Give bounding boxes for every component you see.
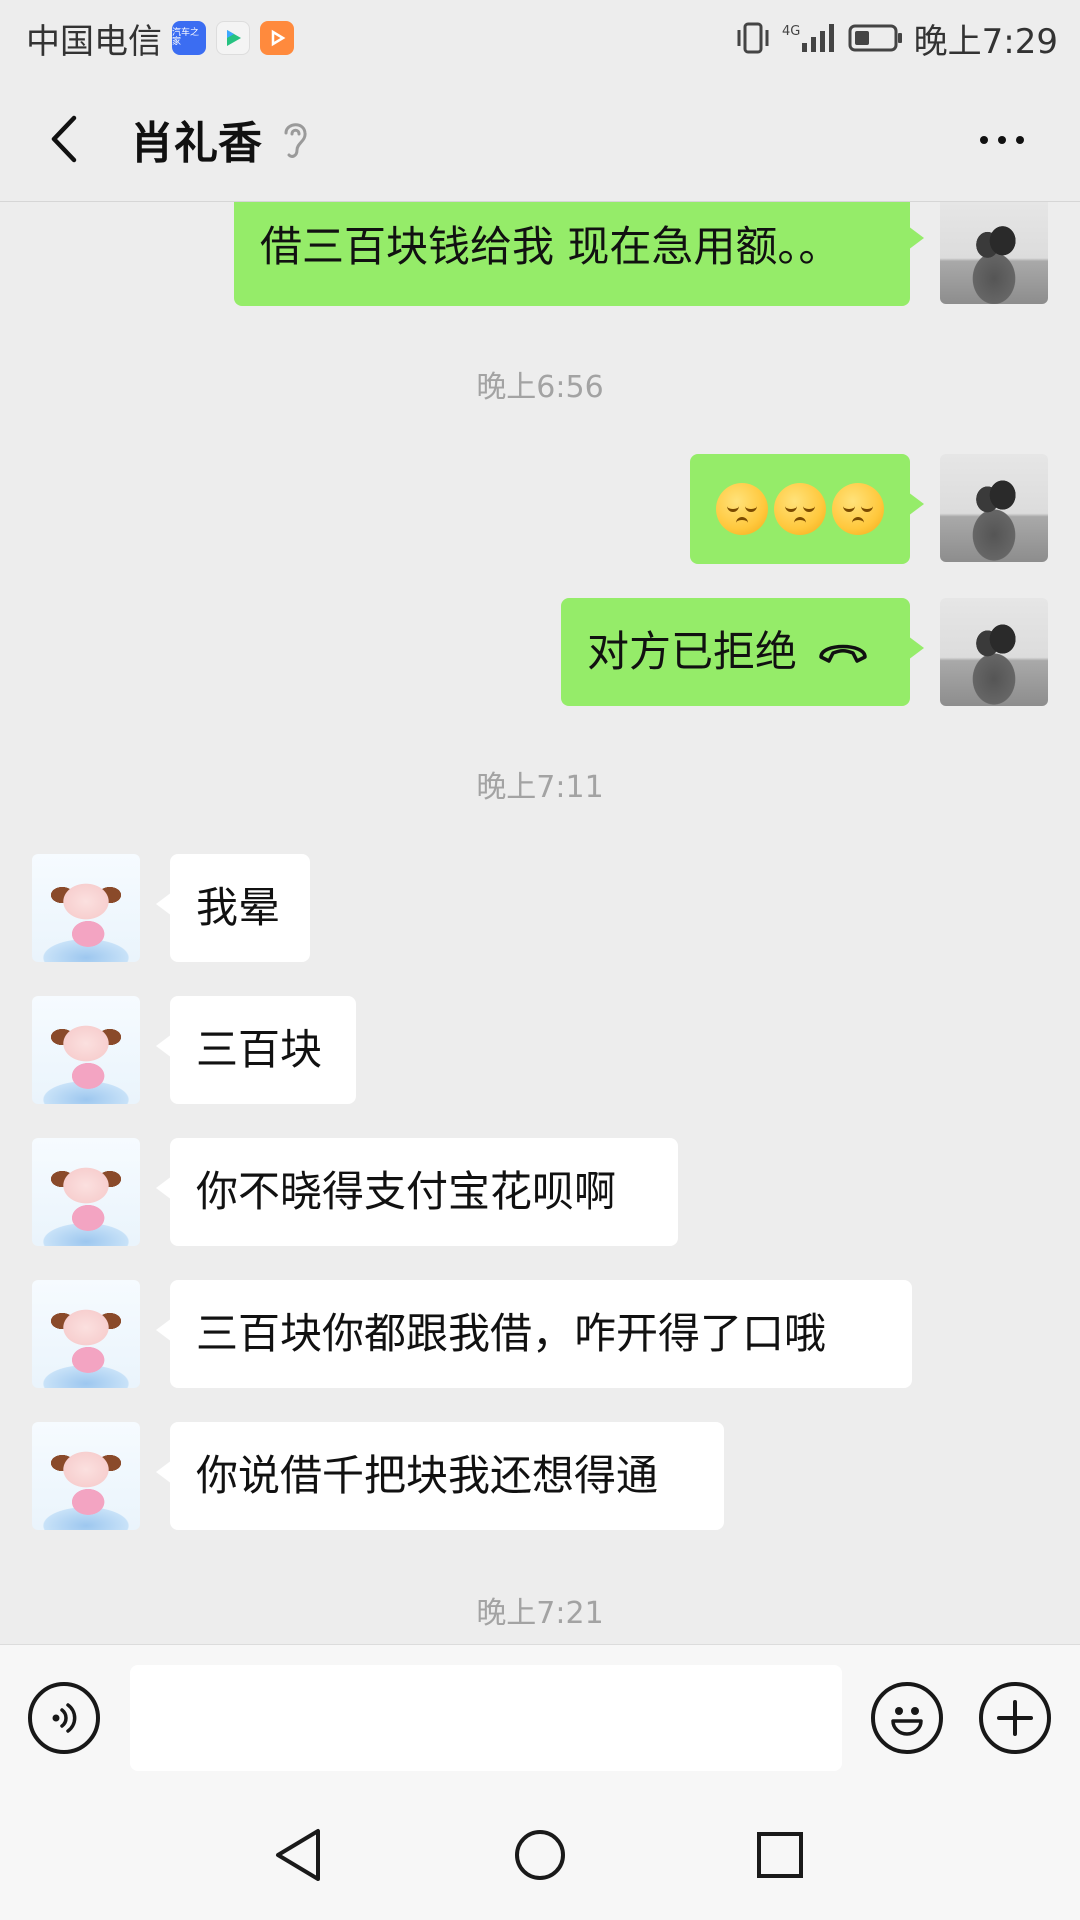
triangle-back-icon bbox=[276, 1829, 320, 1881]
voice-input-icon bbox=[52, 1703, 77, 1733]
message-bubble[interactable]: 三百块你都跟我借，咋开得了口哦 bbox=[156, 1280, 912, 1388]
my-avatar[interactable] bbox=[940, 454, 1048, 562]
status-bar: 中国电信 汽车之家 4G 晚上7:29 bbox=[0, 0, 1080, 76]
earpiece-mode-icon bbox=[280, 117, 310, 161]
message-timestamp: 晚上6:56 bbox=[476, 370, 604, 405]
message-bubble[interactable]: 三百块 bbox=[156, 996, 356, 1104]
message-text: 三百块 bbox=[196, 1024, 323, 1074]
circle-home-icon bbox=[515, 1830, 565, 1880]
message-incoming: 你不晓得支付宝花呗啊 bbox=[0, 1138, 1080, 1246]
message-text: 你说借千把块我还想得通 bbox=[196, 1450, 659, 1500]
emoji-button[interactable] bbox=[871, 1682, 943, 1754]
contact-avatar[interactable] bbox=[32, 854, 140, 962]
message-incoming: 三百块你都跟我借，咋开得了口哦 bbox=[0, 1280, 1080, 1388]
back-button[interactable] bbox=[28, 103, 100, 175]
vibrate-icon bbox=[734, 21, 772, 55]
plus-icon bbox=[997, 1700, 1033, 1736]
nav-recents-button[interactable] bbox=[740, 1815, 820, 1895]
battery-icon bbox=[848, 23, 904, 53]
message-incoming: 三百块 bbox=[0, 996, 1080, 1104]
message-timestamp: 晚上7:11 bbox=[476, 770, 604, 805]
contact-avatar[interactable] bbox=[32, 1422, 140, 1530]
relieved-face-emoji bbox=[716, 483, 768, 535]
message-text: 借三百块钱给我 现在急用额。。 bbox=[260, 221, 841, 271]
more-options-button[interactable] bbox=[962, 110, 1042, 170]
contact-avatar[interactable] bbox=[32, 1138, 140, 1246]
call-record-bubble[interactable]: 对方已拒绝 bbox=[561, 598, 924, 706]
relieved-face-emoji bbox=[774, 483, 826, 535]
relieved-face-emoji bbox=[832, 483, 884, 535]
message-bubble[interactable] bbox=[690, 454, 924, 564]
chat-header: 肖礼香 bbox=[0, 76, 1080, 202]
more-dots-icon bbox=[980, 136, 988, 144]
status-bar-left: 中国电信 汽车之家 bbox=[26, 14, 294, 63]
contact-avatar[interactable] bbox=[32, 1280, 140, 1388]
message-text: 你不晓得支付宝花呗啊 bbox=[196, 1166, 617, 1216]
message-incoming: 你说借千把块我还想得通 bbox=[0, 1422, 1080, 1530]
hang-up-icon bbox=[817, 639, 869, 665]
my-avatar[interactable] bbox=[940, 202, 1048, 304]
chat-messages[interactable]: 借三百块钱给我 现在急用额。。 晚上6:56 对方已拒绝 晚上7:11 我晕 三… bbox=[0, 202, 1080, 1644]
carrier-name: 中国电信 bbox=[26, 21, 162, 62]
svg-text:4G: 4G bbox=[782, 24, 800, 39]
status-bar-right: 4G 晚上7:29 bbox=[734, 14, 1058, 63]
message-outgoing: 借三百块钱给我 现在急用额。。 bbox=[0, 202, 1080, 306]
message-outgoing bbox=[0, 454, 1080, 564]
message-incoming: 我晕 bbox=[0, 854, 1080, 962]
message-text: 我晕 bbox=[196, 882, 281, 932]
message-text: 三百块你都跟我借，咋开得了口哦 bbox=[196, 1308, 827, 1358]
message-outgoing-call: 对方已拒绝 bbox=[0, 598, 1080, 706]
autohome-icon: 汽车之家 bbox=[172, 21, 206, 55]
input-bar bbox=[0, 1644, 1080, 1790]
square-recents-icon bbox=[757, 1832, 803, 1878]
status-time: 晚上7:29 bbox=[913, 21, 1058, 62]
voice-input-button[interactable] bbox=[28, 1682, 100, 1754]
chevron-left-icon bbox=[51, 115, 77, 162]
orange-video-icon bbox=[260, 21, 294, 55]
contact-avatar[interactable] bbox=[32, 996, 140, 1104]
contact-name: 肖礼香 bbox=[130, 117, 262, 169]
message-bubble[interactable]: 你说借千把块我还想得通 bbox=[156, 1422, 724, 1530]
message-bubble[interactable]: 借三百块钱给我 现在急用额。。 bbox=[234, 202, 924, 306]
message-timestamp: 晚上7:21 bbox=[476, 1596, 604, 1631]
more-functions-button[interactable] bbox=[979, 1682, 1051, 1754]
my-avatar[interactable] bbox=[940, 598, 1048, 706]
message-input[interactable] bbox=[130, 1665, 842, 1771]
signal-4g-icon: 4G bbox=[782, 21, 838, 55]
message-bubble[interactable]: 你不晓得支付宝花呗啊 bbox=[156, 1138, 678, 1246]
video-play-icon bbox=[216, 21, 250, 55]
nav-back-button[interactable] bbox=[258, 1815, 338, 1895]
system-navigation-bar bbox=[0, 1790, 1080, 1920]
message-bubble[interactable]: 我晕 bbox=[156, 854, 310, 962]
nav-home-button[interactable] bbox=[500, 1815, 580, 1895]
emoji-smile-icon bbox=[891, 1707, 923, 1736]
call-status-text: 对方已拒绝 bbox=[587, 626, 798, 676]
